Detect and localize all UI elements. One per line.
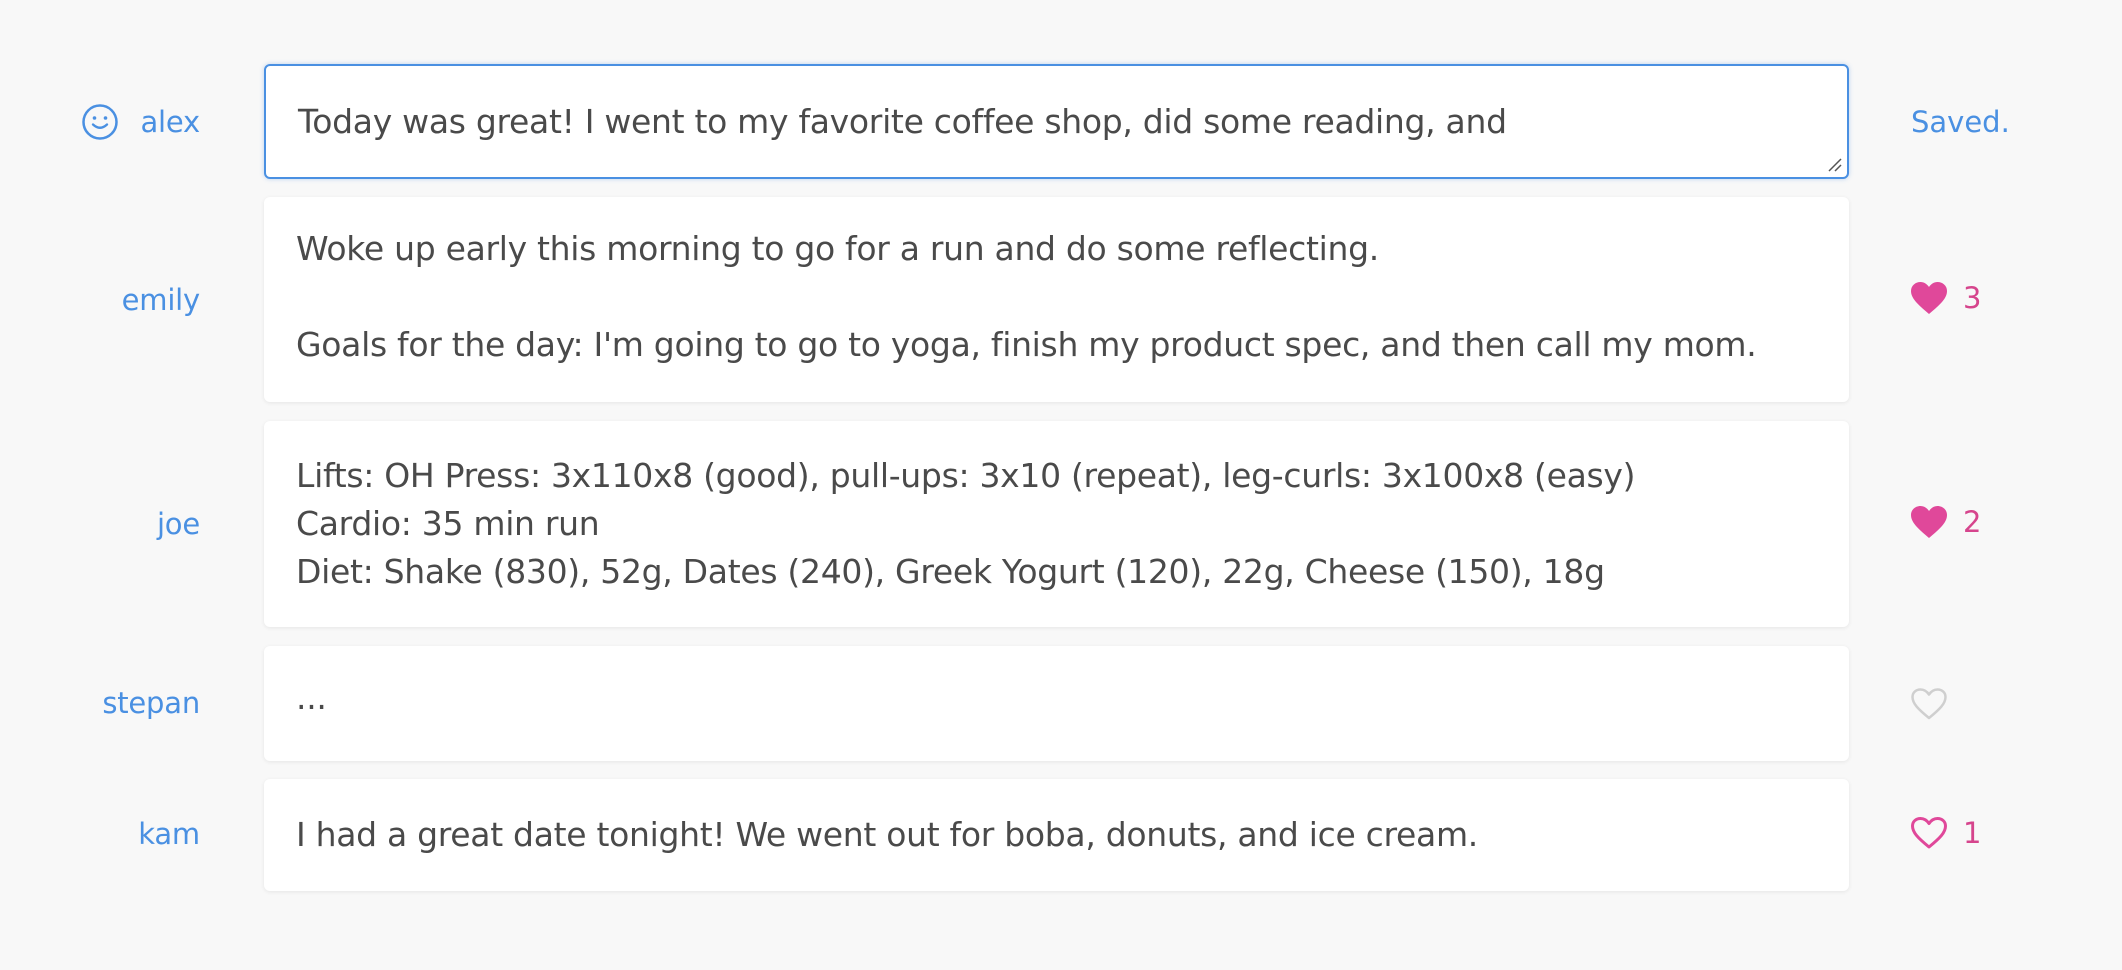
author-name[interactable]: emily [122, 283, 201, 317]
author-name[interactable]: alex [140, 105, 200, 139]
editor-text[interactable]: Today was great! I went to my favorite c… [298, 98, 1815, 146]
like-count: 2 [1963, 505, 1982, 539]
like-button[interactable]: 2 [1909, 504, 1981, 540]
like-button[interactable]: 3 [1909, 280, 1981, 316]
heart-filled-icon [1911, 282, 1947, 314]
journal-feed: alex Today was great! I went to my favor… [0, 0, 2122, 970]
author-name[interactable]: joe [157, 507, 200, 541]
resize-grip-icon[interactable] [1825, 155, 1843, 173]
like-count: 3 [1963, 281, 1982, 315]
entry-text-line: I had a great date tonight! We went out … [296, 815, 1478, 854]
author-name[interactable]: stepan [102, 686, 200, 720]
entry-editor[interactable]: Today was great! I went to my favorite c… [264, 64, 1849, 179]
like-button[interactable]: 1 [1909, 815, 1981, 851]
save-status: Saved. [1911, 105, 2010, 139]
heart-filled-icon [1911, 506, 1947, 538]
entry-text-line: Diet: Shake (830), 52g, Dates (240), Gre… [296, 552, 1605, 591]
entry-text-line: Cardio: 35 min run [296, 504, 600, 543]
entry-card: I had a great date tonight! We went out … [264, 779, 1849, 891]
entry-text-line: Lifts: OH Press: 3x110x8 (good), pull-up… [296, 456, 1636, 495]
entry-text-blank [296, 273, 1817, 321]
heart-outline-icon [1911, 817, 1947, 849]
like-count: 1 [1963, 816, 1982, 850]
entry-text-line: Woke up early this morning to go for a r… [296, 229, 1379, 268]
entry-card: Woke up early this morning to go for a r… [264, 197, 1849, 402]
smiley-icon [82, 104, 118, 140]
like-button[interactable] [1909, 686, 1963, 722]
heart-outline-icon [1911, 688, 1947, 720]
entry-card: ... [264, 646, 1849, 761]
entry-card: Lifts: OH Press: 3x110x8 (good), pull-up… [264, 421, 1849, 627]
entry-text-line: ... [296, 678, 327, 717]
entry-text-line: Goals for the day: I'm going to go to yo… [296, 325, 1757, 364]
author-name[interactable]: kam [138, 817, 200, 851]
